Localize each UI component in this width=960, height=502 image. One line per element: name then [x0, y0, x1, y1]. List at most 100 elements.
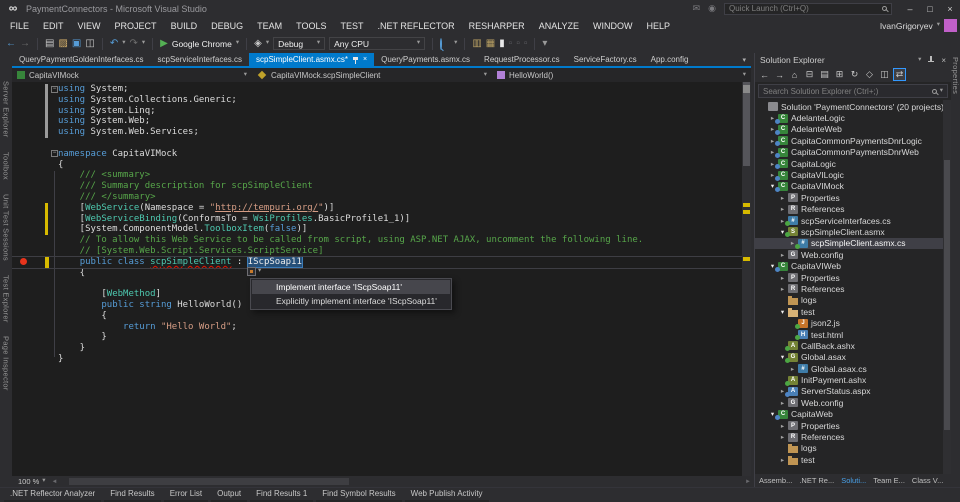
toolbar-overflow-icon[interactable]: ▾ — [542, 38, 547, 49]
tree-item-json2-js[interactable]: Jjson2.js — [755, 317, 951, 329]
breadcrumb-project-dropdown[interactable]: CapitaVIMock ▾ — [12, 68, 252, 82]
doc-tab-querypayments-asmx-cs[interactable]: QueryPayments.asmx.cs — [374, 53, 477, 66]
chevron-down-icon[interactable]: ▾ — [122, 40, 125, 47]
doc-tab-scpserviceinterfaces-cs[interactable]: scpServiceInterfaces.cs — [151, 53, 249, 66]
undo-icon[interactable]: ↶ — [110, 38, 118, 49]
code-editor[interactable]: − − using System; using System.Collection… — [12, 82, 751, 476]
run-target-label[interactable]: Google Chrome — [172, 39, 232, 49]
window-position-icon[interactable]: ▾ — [918, 56, 921, 64]
tree-item-logs[interactable]: logs — [755, 295, 951, 306]
tree-item-references[interactable]: ▸ R References — [755, 431, 951, 442]
tree-item-scpserviceinterfaces-cs[interactable]: ▸ # scpServiceInterfaces.cs — [755, 215, 951, 227]
expanded-arrow-icon[interactable]: ▾ — [778, 308, 787, 316]
tree-item-global-asax[interactable]: ▾ G Global.asax — [755, 352, 951, 363]
scrollbar-thumb[interactable] — [68, 478, 349, 485]
breadcrumb-member-dropdown[interactable]: HelloWorld() ▾ — [492, 68, 751, 82]
tree-item-test[interactable]: ▸ test — [755, 454, 951, 465]
tree-item-logs[interactable]: logs — [755, 443, 951, 454]
collapsed-arrow-icon[interactable]: ▸ — [778, 274, 787, 282]
panel-tab-find-results-1[interactable]: Find Results 1 — [250, 488, 314, 502]
menu-team[interactable]: TEAM — [250, 21, 289, 31]
tool-tab-unit-test-sessions[interactable]: Unit Test Sessions — [2, 194, 11, 261]
menu-view[interactable]: VIEW — [71, 21, 108, 31]
menu-build[interactable]: BUILD — [164, 21, 205, 31]
doc-tab-scpsimpleclient-asmx-cs[interactable]: scpSimpleClient.asmx.cs* × — [249, 53, 375, 66]
tool-tab-page-inspector[interactable]: Page Inspector — [2, 336, 11, 391]
redo-icon[interactable]: ↷ — [129, 38, 137, 49]
tool-tab-server-explorer[interactable]: Server Explorer — [2, 81, 11, 138]
tree-item-properties[interactable]: ▸ P Properties — [755, 272, 951, 283]
show-all-files-icon[interactable]: ⊞ — [833, 68, 846, 81]
menu-item-implement-interface-iscpsoap11[interactable]: Implement interface 'IScpSoap11' — [252, 280, 450, 294]
tab-list-dropdown-icon[interactable]: ▾ — [742, 53, 751, 66]
panel-tab-error-list[interactable]: Error List — [163, 488, 209, 502]
panel-tab-find-results[interactable]: Find Results — [104, 488, 161, 502]
scrollbar-thumb[interactable] — [944, 160, 950, 430]
menu-resharper[interactable]: RESHARPER — [462, 21, 532, 31]
tree-item-capitaviweb[interactable]: ▾ C CapitaVIWeb — [755, 260, 951, 272]
doc-tab-requestprocessor-cs[interactable]: RequestProcessor.cs — [477, 53, 567, 66]
tool-tab-soluti[interactable]: Soluti... — [838, 476, 869, 485]
forward-icon[interactable]: → — [773, 68, 786, 81]
collapsed-arrow-icon[interactable]: ▸ — [778, 422, 787, 430]
menu-item-explicitly-implement-interface-iscpsoap11[interactable]: Explicitly implement interface 'IScpSoap… — [252, 294, 450, 308]
editor-zoom-dropdown[interactable]: 100 % ▾ — [15, 477, 49, 486]
collapsed-arrow-icon[interactable]: ▸ — [778, 205, 787, 213]
collapsed-arrow-icon[interactable]: ▸ — [788, 365, 797, 373]
tree-item-capitavimock[interactable]: ▾ C CapitaVIMock — [755, 181, 951, 192]
editor-vertical-scrollbar[interactable] — [742, 82, 751, 476]
open-file-icon[interactable]: ▨ — [58, 38, 67, 49]
indent-icon[interactable]: ▫ — [524, 38, 528, 49]
chevron-down-icon[interactable]: ▾ — [266, 40, 269, 47]
bookmark-icon[interactable]: ▮ — [499, 38, 505, 49]
tree-item-global-asax-cs[interactable]: ▸ # Global.asax.cs — [755, 363, 951, 374]
save-icon[interactable]: ▣ — [72, 38, 81, 49]
editor-horizontal-scrollbar[interactable] — [61, 477, 742, 486]
user-dropdown-icon[interactable]: ▾ — [937, 22, 940, 29]
solution-explorer-title-bar[interactable]: Solution Explorer ▾ × — [755, 53, 951, 67]
tree-item-properties[interactable]: ▸ P Properties — [755, 192, 951, 203]
panel-tab-web-publish-activity[interactable]: Web Publish Activity — [404, 488, 489, 502]
collapsed-arrow-icon[interactable]: ▸ — [778, 285, 787, 293]
tool-tab-properties[interactable]: Properties — [951, 57, 960, 94]
tree-item-capitaweb[interactable]: ▾ C CapitaWeb — [755, 409, 951, 420]
menu-help[interactable]: HELP — [640, 21, 678, 31]
view-code-icon[interactable]: ◇ — [863, 68, 876, 81]
browse-with-icon[interactable]: ◈ — [254, 38, 262, 49]
tool-tab-assemb[interactable]: Assemb... — [756, 476, 795, 485]
tree-item-adelantelogic[interactable]: ▸ C AdelanteLogic — [755, 112, 951, 124]
tree-item-properties[interactable]: ▸ P Properties — [755, 420, 951, 431]
menu-net-reflector[interactable]: .NET REFLECTOR — [370, 21, 461, 31]
collapsed-arrow-icon[interactable]: ▸ — [778, 456, 787, 464]
feedback-icon[interactable]: ✉ — [693, 3, 701, 14]
save-all-icon[interactable]: ◫ — [85, 38, 94, 49]
close-button[interactable]: × — [940, 1, 960, 17]
tree-item-callback-ashx[interactable]: A CallBack.ashx — [755, 340, 951, 352]
auto-hide-pin-icon[interactable] — [927, 55, 935, 65]
panel-tab-output[interactable]: Output — [211, 488, 248, 502]
collapsed-arrow-icon[interactable]: ▸ — [778, 433, 787, 441]
doc-tab-app-config[interactable]: App.config — [644, 53, 696, 66]
pending-changes-filter-icon[interactable]: ▤ — [818, 68, 831, 81]
solution-configuration-dropdown[interactable]: Debug ▾ — [273, 37, 326, 50]
tree-item-references[interactable]: ▸ R References — [755, 204, 951, 215]
solution-scope-icon[interactable]: ▥ — [472, 38, 481, 49]
tool-tab-toolbox[interactable]: Toolbox — [2, 152, 11, 180]
menu-debug[interactable]: DEBUG — [204, 21, 250, 31]
start-debug-icon[interactable]: ▶ — [160, 38, 168, 49]
tree-item-scpsimpleclient-asmx-cs[interactable]: ▸ # scpSimpleClient.asmx.cs — [755, 237, 951, 250]
panel-tab-net-reflector-analyzer[interactable]: .NET Reflector Analyzer — [4, 488, 102, 502]
tree-item-web-config[interactable]: ▸ G Web.config — [755, 397, 951, 408]
notifications-icon[interactable]: ◉ — [708, 3, 716, 14]
scroll-left-icon[interactable]: ◄ — [52, 479, 58, 485]
menu-analyze[interactable]: ANALYZE — [532, 21, 586, 31]
quick-launch-input[interactable]: Quick Launch (Ctrl+Q) — [724, 2, 892, 15]
back-icon[interactable]: ← — [758, 68, 771, 81]
home-icon[interactable]: ⌂ — [788, 68, 801, 81]
user-avatar[interactable] — [944, 19, 957, 32]
comment-icon[interactable]: ▫ — [509, 38, 513, 49]
file-scope-icon[interactable]: ▦ — [486, 38, 495, 49]
smart-tag[interactable]: ▾ — [247, 267, 261, 276]
chevron-down-icon[interactable]: ▾ — [142, 40, 145, 47]
tool-tab-team-e[interactable]: Team E... — [870, 476, 908, 485]
